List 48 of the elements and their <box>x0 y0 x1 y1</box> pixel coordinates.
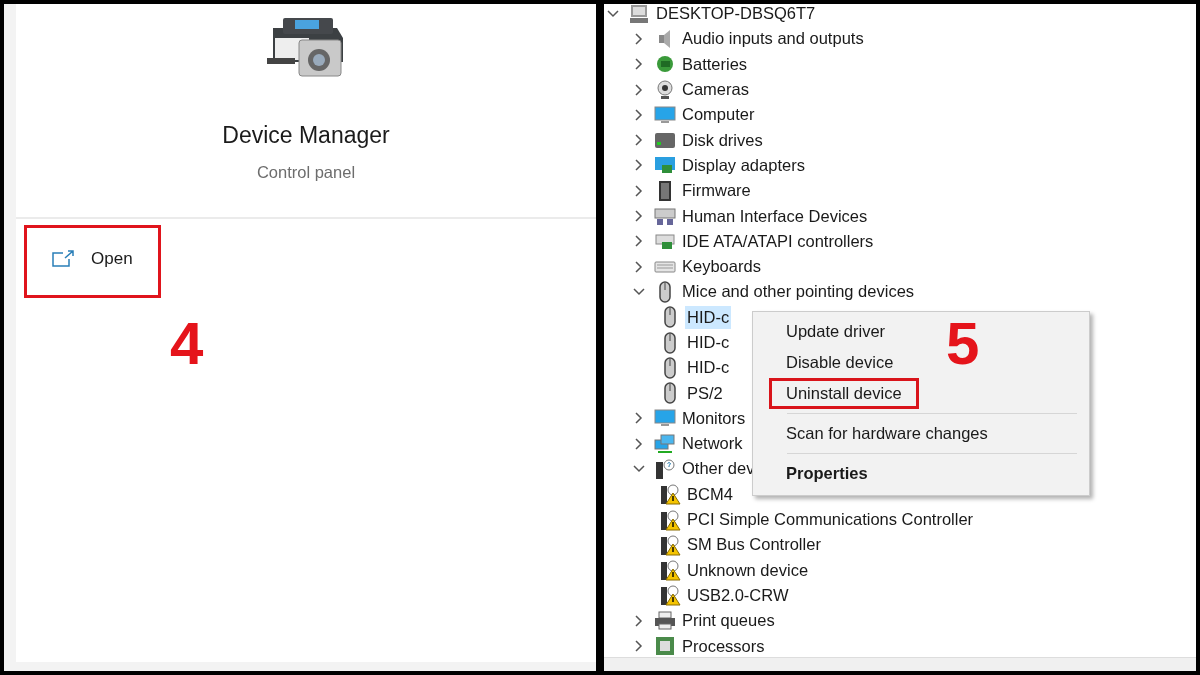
tree-item[interactable]: PCI Simple Communications Controller <box>685 508 976 532</box>
tree-item[interactable]: Batteries <box>680 52 750 76</box>
tree-item[interactable]: Network <box>680 432 745 456</box>
menu-item[interactable]: Uninstall device <box>769 378 919 409</box>
monitor-icon <box>654 103 676 126</box>
tree-item[interactable]: Unknown device <box>685 558 811 582</box>
processor-icon <box>654 635 676 657</box>
tree-item[interactable]: IDE ATA/ATAPI controllers <box>680 229 876 253</box>
tree-item[interactable]: Audio inputs and outputs <box>680 27 866 51</box>
tree-item[interactable]: SM Bus Controller <box>685 533 823 557</box>
tree-item[interactable]: Cameras <box>680 78 751 102</box>
tree-item[interactable]: Firmware <box>680 179 753 203</box>
tree-item[interactable]: HID-c <box>685 356 732 380</box>
tree-item[interactable]: HID-c <box>685 305 732 329</box>
network-icon <box>654 432 676 455</box>
warning-device-icon <box>659 559 681 582</box>
tree-item[interactable]: Display adapters <box>680 153 807 177</box>
menu-item[interactable]: Properties <box>769 458 885 489</box>
warning-device-icon <box>659 584 681 607</box>
unknown-device-icon <box>654 458 676 480</box>
tree-item[interactable]: BCM4 <box>685 482 735 506</box>
computer-icon <box>628 4 650 25</box>
tree-item[interactable]: Disk drives <box>680 128 765 152</box>
tree-item[interactable]: USB2.0-CRW <box>685 583 791 607</box>
warning-device-icon <box>659 483 681 506</box>
step-number: 5 <box>946 314 980 374</box>
tree-item[interactable]: Keyboards <box>680 255 763 279</box>
tree-item[interactable]: Computer <box>680 103 757 127</box>
tree-item[interactable]: PS/2 <box>685 381 725 405</box>
tree-item[interactable]: Processors <box>680 634 767 657</box>
menu-item[interactable]: Scan for hardware changes <box>769 418 1005 449</box>
menu-item[interactable]: Disable device <box>769 347 911 378</box>
app-subtitle: Control panel <box>256 163 356 182</box>
tree-item[interactable]: DESKTOP-DBSQ6T7 <box>654 4 818 26</box>
tree-item[interactable]: Human Interface Devices <box>680 204 870 228</box>
webcam-icon <box>654 78 676 101</box>
menu-item[interactable]: Update driver <box>769 316 903 347</box>
warning-device-icon <box>659 508 681 531</box>
app-title: Device Manager <box>222 122 390 149</box>
step-number: 4 <box>170 314 205 374</box>
open-external-icon <box>51 249 75 268</box>
tree-item[interactable]: HID-c <box>685 331 732 354</box>
open-button[interactable]: Open <box>24 225 161 298</box>
tree-item[interactable]: Monitors <box>680 406 748 430</box>
tree-item[interactable]: Print queues <box>680 609 777 633</box>
warning-device-icon <box>659 533 681 556</box>
printer-icon <box>654 609 676 632</box>
tree-item[interactable]: Mice and other pointing devices <box>680 280 917 304</box>
